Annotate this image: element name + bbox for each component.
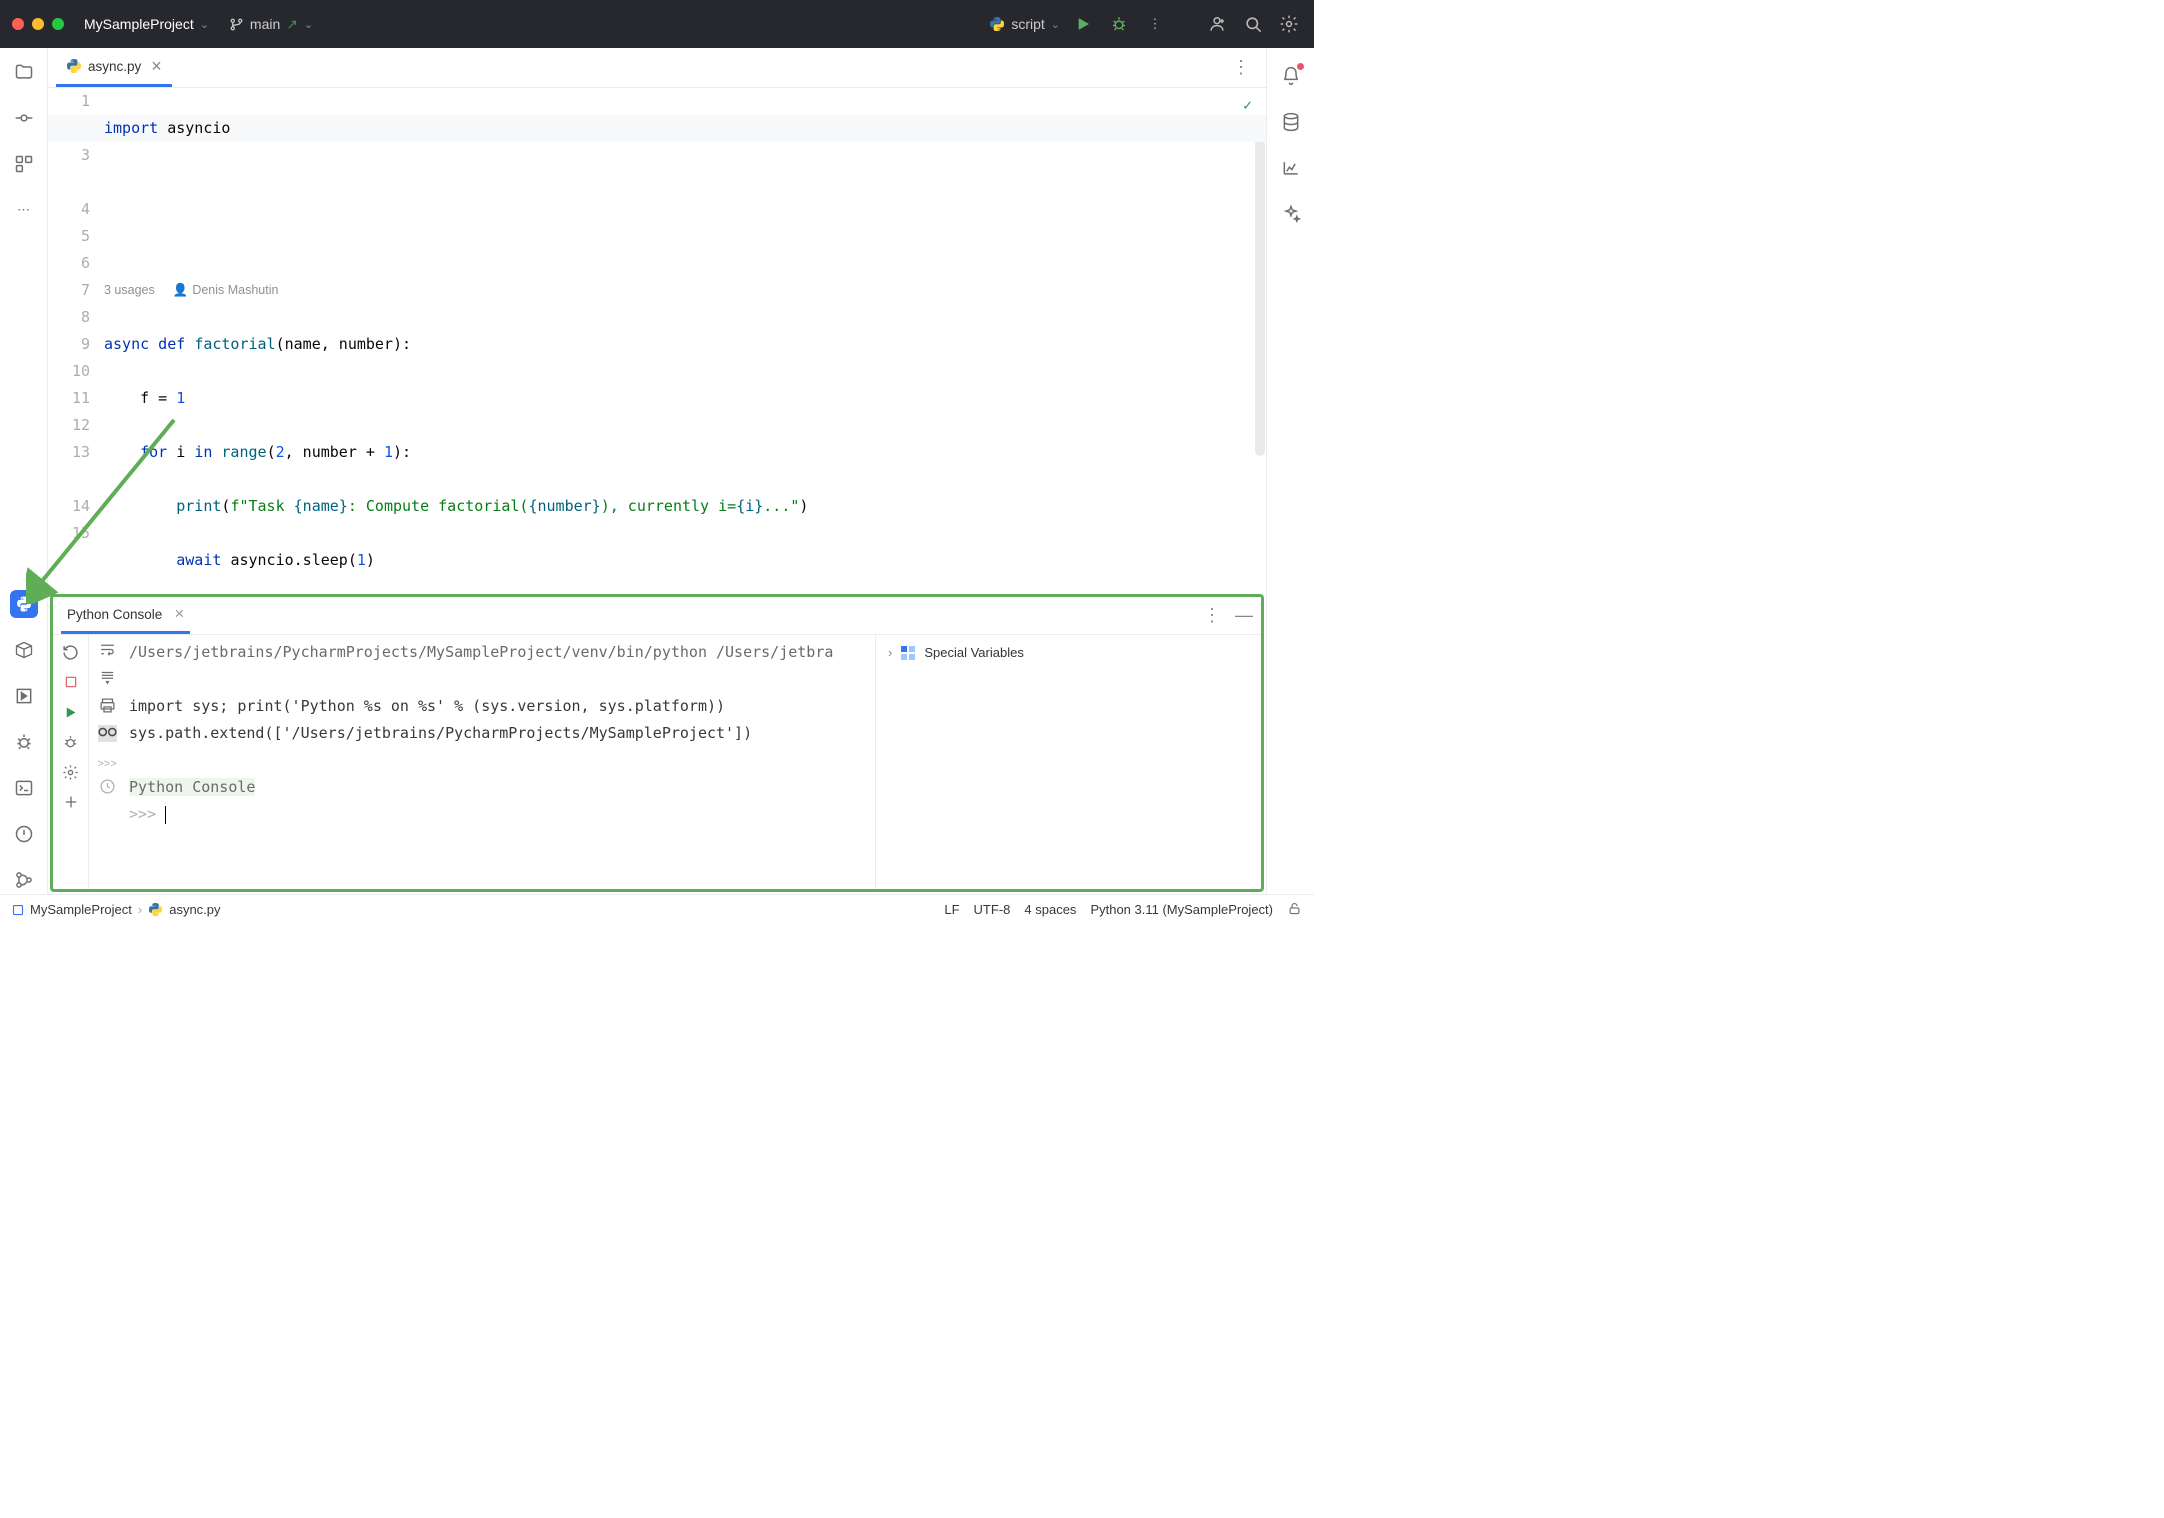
debug-tool-button[interactable]	[10, 728, 38, 756]
stop-button[interactable]	[60, 671, 82, 693]
sciview-tool-button[interactable]	[1279, 156, 1303, 180]
project-name: MySampleProject	[84, 16, 194, 32]
encoding-widget[interactable]: UTF-8	[974, 902, 1011, 917]
gutter: 1 2 3 4 5 6 7 8 9 10 11 12 13 14 15	[48, 88, 104, 594]
console-settings-button[interactable]	[60, 761, 82, 783]
right-tool-rail	[1266, 48, 1314, 894]
vcs-tool-button[interactable]	[10, 866, 38, 894]
tab-filename: async.py	[88, 59, 141, 74]
console-output[interactable]: /Users/jetbrains/PycharmProjects/MySampl…	[125, 635, 875, 889]
usages-hint[interactable]: 3 usages	[104, 283, 155, 297]
more-actions-button[interactable]: ⋮	[1142, 11, 1168, 37]
interpreter-widget[interactable]: Python 3.11 (MySampleProject)	[1090, 902, 1273, 917]
run-button[interactable]	[1070, 11, 1096, 37]
python-console-panel: Python Console × ⋮ —	[50, 594, 1264, 892]
expand-icon[interactable]: ›	[888, 645, 892, 660]
debug-console-button[interactable]	[60, 731, 82, 753]
readonly-toggle[interactable]	[1287, 901, 1302, 919]
window-controls	[12, 18, 64, 30]
author-hint[interactable]: Denis Mashutin	[192, 283, 278, 297]
code-text[interactable]: import asyncio 3 usages👤Denis Mashutin a…	[104, 88, 1266, 594]
variables-pane[interactable]: › Special Variables	[875, 635, 1261, 889]
run-configuration-selector[interactable]: script ⌄	[989, 16, 1060, 32]
close-window-button[interactable]	[12, 18, 24, 30]
console-tab-label: Python Console	[67, 607, 162, 622]
console-tab[interactable]: Python Console ×	[61, 597, 190, 634]
chevron-right-icon: ›	[138, 902, 142, 917]
execute-button[interactable]	[60, 701, 82, 723]
print-button[interactable]	[99, 697, 116, 717]
console-toolbar-1	[53, 635, 89, 889]
python-packages-tool-button[interactable]	[10, 636, 38, 664]
new-console-button[interactable]	[60, 791, 82, 813]
structure-tool-button[interactable]	[10, 150, 38, 178]
commit-tool-button[interactable]	[10, 104, 38, 132]
status-bar: MySampleProject › async.py LF UTF-8 4 sp…	[0, 894, 1314, 924]
maximize-window-button[interactable]	[52, 18, 64, 30]
terminal-tool-button[interactable]	[10, 774, 38, 802]
special-variables-label: Special Variables	[924, 645, 1023, 660]
chevron-down-icon: ⌄	[1051, 18, 1060, 31]
notification-dot-icon	[1297, 63, 1304, 70]
chevron-down-icon: ⌄	[200, 18, 209, 31]
soft-wrap-button[interactable]	[99, 641, 116, 661]
branch-name: main	[250, 16, 280, 32]
database-tool-button[interactable]	[1279, 110, 1303, 134]
history-prompt-icon: >>>	[97, 758, 116, 770]
project-tool-button[interactable]	[10, 58, 38, 86]
variables-group-icon	[900, 645, 916, 661]
line-separator-widget[interactable]: LF	[944, 902, 959, 917]
project-selector[interactable]: MySampleProject ⌄	[84, 16, 209, 32]
minimize-window-button[interactable]	[32, 18, 44, 30]
ai-assistant-button[interactable]	[1279, 202, 1303, 226]
file-tab[interactable]: async.py ×	[56, 48, 172, 87]
console-toolbar-2: >>>	[89, 635, 125, 889]
module-icon	[12, 904, 24, 916]
attach-debugger-button[interactable]	[98, 725, 117, 742]
arrow-up-icon: ↗	[286, 16, 298, 33]
rerun-button[interactable]	[60, 641, 82, 663]
more-tool-button[interactable]: ⋯	[10, 196, 38, 224]
services-tool-button[interactable]	[10, 682, 38, 710]
notifications-button[interactable]	[1279, 64, 1303, 88]
scroll-to-end-button[interactable]	[99, 669, 116, 689]
indent-widget[interactable]: 4 spaces	[1024, 902, 1076, 917]
tab-menu-button[interactable]: ⋮	[1224, 57, 1258, 78]
debug-button[interactable]	[1106, 11, 1132, 37]
search-everywhere-button[interactable]	[1240, 11, 1266, 37]
vcs-branch-widget[interactable]: main ↗ ⌄	[229, 16, 313, 33]
history-button[interactable]	[99, 778, 116, 798]
code-editor[interactable]: ✓ 1 2 3 4 5 6 7 8 9 10 11 12 13 14 15	[48, 88, 1266, 594]
close-console-tab-button[interactable]: ×	[174, 604, 184, 624]
python-icon	[989, 16, 1005, 32]
branch-icon	[229, 17, 244, 32]
console-tabs: Python Console × ⋮ —	[53, 597, 1261, 635]
editor-tabs: async.py × ⋮	[48, 48, 1266, 88]
titlebar: MySampleProject ⌄ main ↗ ⌄ script ⌄ ⋮	[0, 0, 1314, 48]
left-tool-rail: ⋯	[0, 48, 48, 894]
breadcrumbs[interactable]: MySampleProject › async.py	[12, 902, 221, 917]
run-config-name: script	[1011, 16, 1044, 32]
python-console-tool-button[interactable]	[10, 590, 38, 618]
settings-button[interactable]	[1276, 11, 1302, 37]
input-cursor	[165, 806, 166, 824]
console-menu-button[interactable]: ⋮	[1203, 605, 1221, 626]
close-tab-button[interactable]: ×	[151, 56, 162, 77]
code-with-me-button[interactable]	[1204, 11, 1230, 37]
problems-tool-button[interactable]	[10, 820, 38, 848]
chevron-down-icon: ⌄	[304, 18, 313, 31]
python-icon	[148, 902, 163, 917]
python-icon	[66, 58, 82, 74]
hide-console-button[interactable]: —	[1235, 605, 1253, 626]
